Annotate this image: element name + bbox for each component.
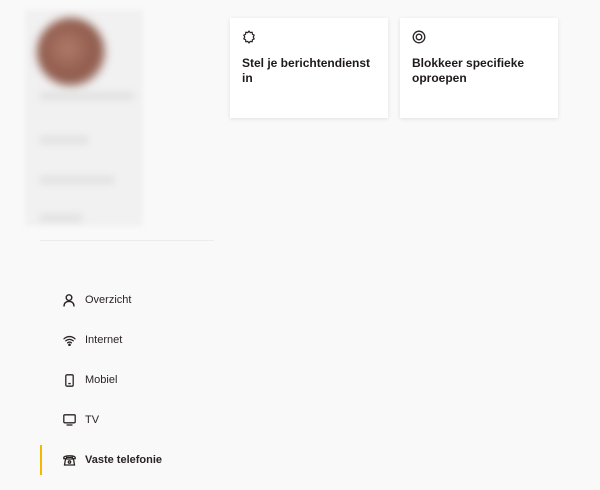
sidebar-item-mobiel[interactable]: Mobiel: [40, 360, 220, 400]
avatar: [37, 18, 105, 86]
profile-detail-blurred: [39, 176, 115, 184]
card-blokkeer-oproepen[interactable]: Blokkeer specifieke oproepen: [400, 18, 558, 118]
profile-detail-blurred: [39, 214, 83, 222]
card-title: Blokkeer specifieke oproepen: [412, 56, 525, 85]
sidebar-item-overzicht[interactable]: Overzicht: [40, 280, 220, 320]
sidebar-item-label: TV: [85, 414, 100, 426]
sidebar-item-tv[interactable]: TV: [40, 400, 220, 440]
sidebar-item-label: Mobiel: [85, 374, 118, 386]
sidebar-item-label: Overzicht: [85, 294, 132, 306]
wifi-icon: [62, 333, 76, 347]
mobile-icon: [62, 373, 76, 387]
sidebar-nav: Overzicht Internet Mobiel TV Vaste telef…: [40, 280, 220, 480]
profile-name-blurred: [39, 92, 135, 100]
sidebar-item-vaste-telefonie[interactable]: Vaste telefonie: [40, 440, 220, 480]
sidebar-item-internet[interactable]: Internet: [40, 320, 220, 360]
sidebar-item-label: Internet: [85, 334, 123, 346]
block-icon: [412, 30, 426, 44]
landline-phone-icon: [62, 453, 76, 467]
tv-icon: [62, 413, 76, 427]
user-icon: [62, 293, 76, 307]
card-berichtendienst[interactable]: Stel je berichtendienst in: [230, 18, 388, 118]
card-title: Stel je berichtendienst in: [242, 56, 371, 85]
profile-detail-blurred: [39, 136, 89, 144]
profile-card: [25, 10, 143, 226]
sidebar-divider: [40, 240, 214, 241]
sidebar-item-label: Vaste telefonie: [85, 454, 163, 466]
settings-icon: [242, 30, 256, 44]
